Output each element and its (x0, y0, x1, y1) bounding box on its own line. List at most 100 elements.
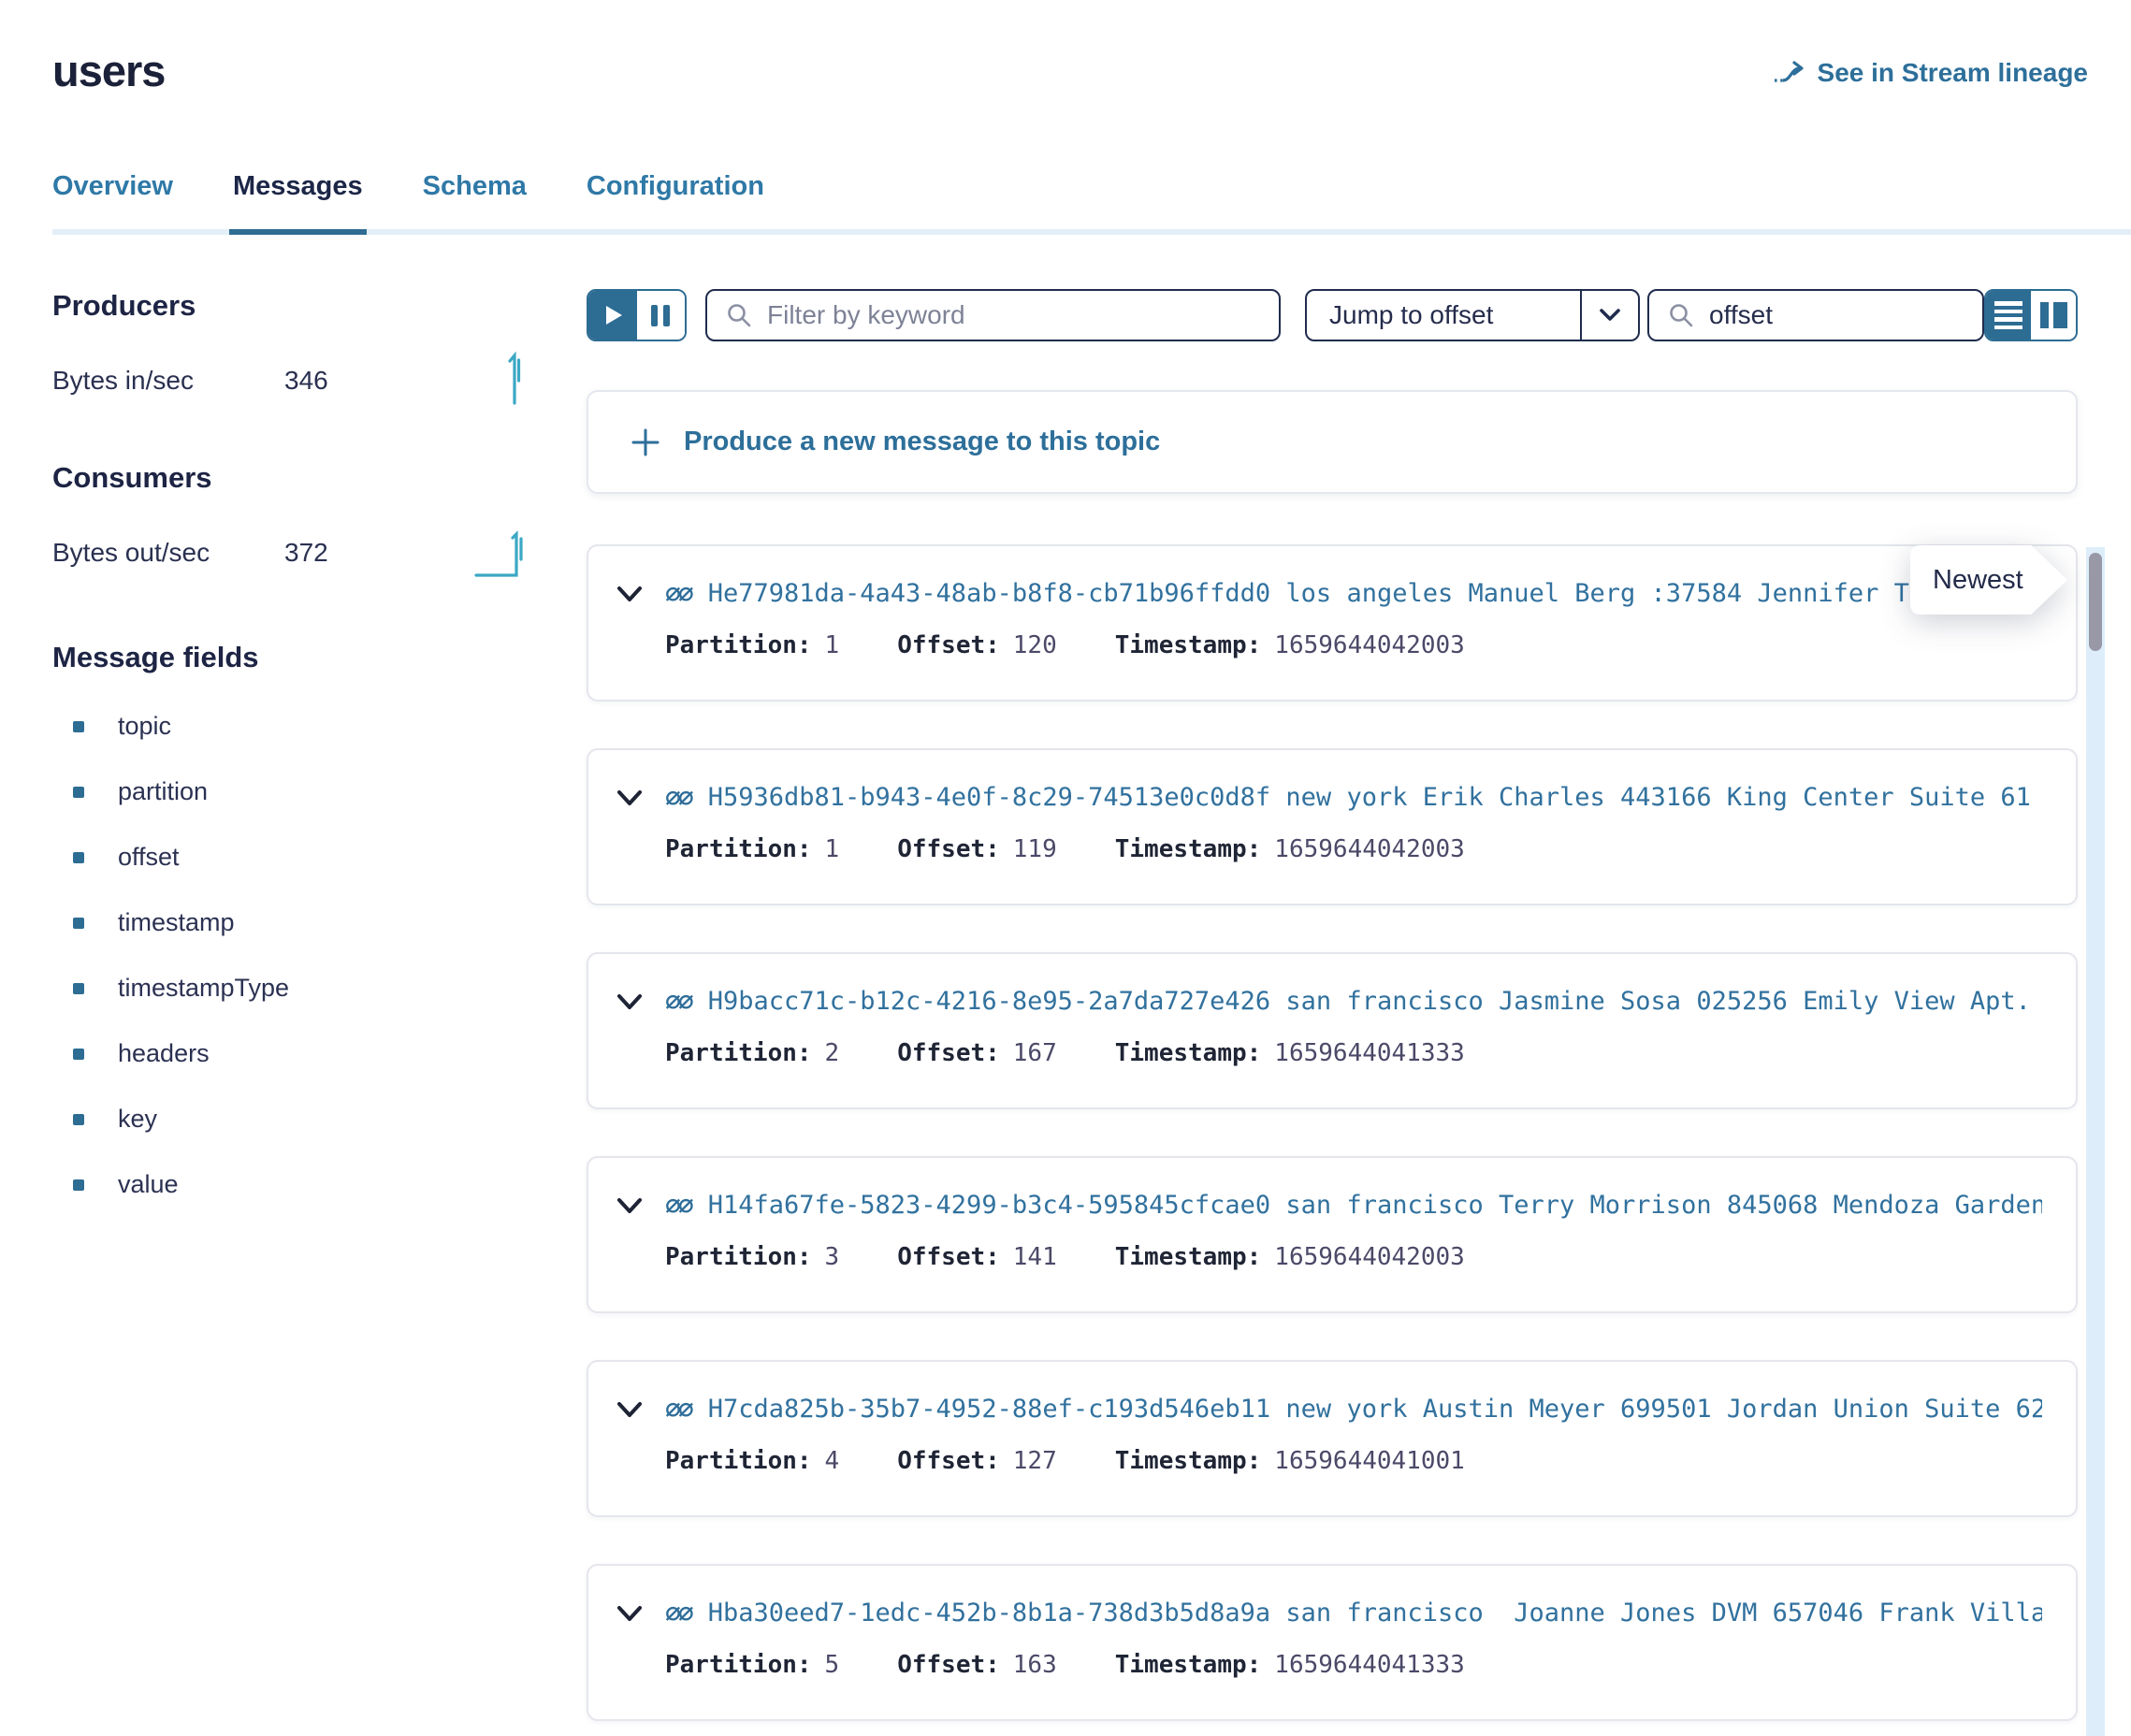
chevron-down-icon[interactable] (616, 1196, 643, 1215)
column-view-icon (2040, 302, 2049, 328)
partition-label: Partition: (665, 1039, 812, 1067)
message-preview-line: ∅∅ H5936db81-b943-4e0f-8c29-74513e0c0d8f… (616, 782, 2042, 813)
message-preview-line: ∅∅ H9bacc71c-b12c-4216-8e95-2a7da727e426… (616, 986, 2042, 1017)
message-preview-line: ∅∅ Hba30eed7-1edc-452b-8b1a-738d3b5d8a9a… (616, 1598, 2042, 1628)
bytes-out-sparkline (474, 524, 534, 582)
message-preview-text: H5936db81-b943-4e0f-8c29-74513e0c0d8f ne… (708, 783, 2042, 812)
tab-overview[interactable]: Overview (52, 169, 173, 203)
produce-message-button[interactable]: Produce a new message to this topic (587, 390, 2078, 494)
offset-label: Offset: (897, 1039, 1000, 1067)
message-field-item[interactable]: headers (52, 1039, 534, 1068)
message-row[interactable]: ∅∅ H14fa67fe-5823-4299-b3c4-595845cfcae0… (587, 1156, 2078, 1313)
key-icon: ∅∅ (665, 1394, 691, 1425)
message-field-item[interactable]: offset (52, 843, 534, 872)
field-label: key (118, 1105, 157, 1134)
timestamp-value: 1659644042003 (1274, 1243, 1465, 1271)
message-field-item[interactable]: key (52, 1105, 534, 1134)
partition-value: 2 (825, 1039, 840, 1067)
message-field-item[interactable]: partition (52, 777, 534, 806)
timestamp-pair: Timestamp: 1659644042003 (1115, 1243, 1465, 1271)
message-preview-text: H9bacc71c-b12c-4216-8e95-2a7da727e426 sa… (708, 987, 2042, 1016)
message-row[interactable]: ∅∅ He77981da-4a43-48ab-b8f8-cb71b96ffdd0… (587, 544, 2078, 702)
tab-schema[interactable]: Schema (423, 169, 527, 203)
key-icon: ∅∅ (665, 578, 691, 609)
field-bullet-icon (73, 983, 84, 994)
partition-value: 4 (825, 1447, 840, 1475)
field-bullet-icon (73, 721, 84, 732)
page-header: users See in Stream lineage (0, 0, 2131, 96)
field-bullet-icon (73, 852, 84, 863)
message-field-item[interactable]: value (52, 1170, 534, 1199)
message-list: ∅∅ He77981da-4a43-48ab-b8f8-cb71b96ffdd0… (587, 544, 2078, 1721)
partition-label: Partition: (665, 1651, 812, 1679)
offset-pair: Offset:120 (897, 631, 1057, 659)
key-icon: ∅∅ (665, 1598, 691, 1628)
bytes-in-label: Bytes in/sec (52, 366, 284, 396)
message-row[interactable]: ∅∅ Hba30eed7-1edc-452b-8b1a-738d3b5d8a9a… (587, 1564, 2078, 1721)
scrollbar-track[interactable] (2086, 547, 2105, 1736)
offset-pair: Offset:127 (897, 1447, 1057, 1475)
offset-label: Offset: (897, 1447, 1000, 1475)
field-bullet-icon (73, 1049, 84, 1060)
tab-configuration[interactable]: Configuration (587, 169, 764, 203)
message-field-item[interactable]: topic (52, 712, 534, 741)
offset-input[interactable] (1647, 289, 1984, 341)
chevron-down-icon[interactable] (616, 992, 643, 1011)
field-label: topic (118, 712, 171, 741)
message-meta-line: Partition:4 Offset:127 Timestamp:1659644… (616, 1447, 2042, 1475)
bytes-out-label: Bytes out/sec (52, 538, 284, 568)
producers-heading: Producers (52, 289, 534, 323)
message-meta-line: Partition: 2 Offset: 167 Timestamp:1659644… (616, 1039, 2042, 1067)
offset-pair: Offset: 167 (897, 1039, 1057, 1067)
timestamp-label: Timestamp: (1115, 1039, 1262, 1067)
column-view-button[interactable] (2031, 291, 2076, 340)
scrollbar-thumb[interactable] (2089, 553, 2102, 651)
chevron-down-icon[interactable] (616, 1604, 643, 1623)
stream-lineage-link[interactable]: See in Stream lineage (1774, 58, 2088, 88)
timestamp-value: 1659644041333 (1274, 1651, 1465, 1679)
chevron-down-icon[interactable] (616, 585, 643, 603)
list-view-button[interactable] (1986, 291, 2031, 340)
field-label: timestampType (118, 974, 289, 1003)
message-row[interactable]: ∅∅ H5936db81-b943-4e0f-8c29-74513e0c0d8f… (587, 748, 2078, 905)
bytes-in-sparkline (497, 352, 534, 410)
play-pause-group (587, 289, 687, 341)
message-preview-text: H7cda825b-35b7-4952-88ef-c193d546eb11 ne… (708, 1395, 2042, 1424)
timestamp-pair: Timestamp:1659644041333 (1115, 1651, 1465, 1679)
content: Producers Bytes in/sec 346 Consumers Byt… (0, 289, 2131, 1721)
message-field-item[interactable]: timestampType (52, 974, 534, 1003)
list-view-icon (1994, 301, 2022, 306)
chevron-down-icon[interactable] (616, 1400, 643, 1419)
partition-value: 5 (825, 1651, 840, 1679)
field-bullet-icon (73, 918, 84, 929)
offset-value: 141 (1013, 1243, 1057, 1271)
offset-value: 167 (1013, 1039, 1057, 1067)
timestamp-pair: Timestamp:1659644041333 (1115, 1039, 1465, 1067)
chevron-down-icon[interactable] (616, 788, 643, 807)
tab-bar: Overview Messages Schema Configuration (52, 169, 2131, 235)
timestamp-label: Timestamp: (1115, 1243, 1262, 1271)
message-preview-line: ∅∅ H7cda825b-35b7-4952-88ef-c193d546eb11… (616, 1394, 2042, 1425)
filter-search (705, 289, 1281, 341)
timestamp-pair: Timestamp:1659644041001 (1115, 1447, 1465, 1475)
offset-search (1647, 289, 1984, 341)
jump-select-value: Jump to offset (1307, 300, 1580, 330)
timestamp-value: 1659644041001 (1274, 1447, 1465, 1475)
message-row[interactable]: ∅∅ H9bacc71c-b12c-4216-8e95-2a7da727e426… (587, 952, 2078, 1109)
chevron-down-icon (1582, 308, 1638, 323)
message-field-item[interactable]: timestamp (52, 908, 534, 937)
filter-input[interactable] (705, 289, 1281, 341)
play-button[interactable] (588, 291, 637, 340)
key-icon: ∅∅ (665, 782, 691, 813)
jump-to-offset-select[interactable]: Jump to offset (1305, 289, 1640, 341)
offset-pair: Offset:119 (897, 835, 1057, 863)
offset-label: Offset: (897, 1243, 1000, 1271)
message-row[interactable]: ∅∅ H7cda825b-35b7-4952-88ef-c193d546eb11… (587, 1360, 2078, 1517)
pause-button[interactable] (637, 291, 686, 340)
newest-tooltip-body: Newest (1910, 545, 2067, 615)
play-icon (606, 306, 622, 325)
tab-messages[interactable]: Messages (233, 169, 363, 203)
messages-toolbar: Jump to offset (587, 289, 2078, 341)
field-bullet-icon (73, 1114, 84, 1125)
timestamp-value: 1659644042003 (1274, 835, 1465, 863)
